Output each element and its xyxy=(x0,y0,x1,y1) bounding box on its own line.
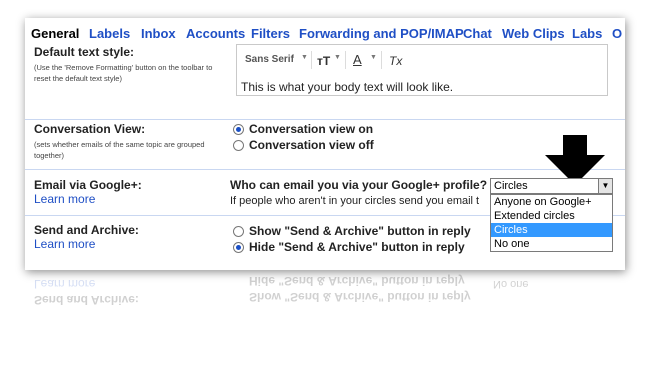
default-text-style-hint: (Use the 'Remove Formatting' button on t… xyxy=(34,63,213,83)
toolbar-divider xyxy=(345,51,346,69)
show-send-archive-label[interactable]: Show "Send & Archive" button in reply xyxy=(249,224,471,238)
editor-preview-text: This is what your body text will look li… xyxy=(241,80,454,94)
tab-accounts[interactable]: Accounts xyxy=(186,26,245,41)
toolbar-divider xyxy=(311,51,312,69)
conversation-view-hint: (sets whether emails of the same topic a… xyxy=(34,140,205,160)
tab-forwarding[interactable]: Forwarding and POP/IMAP xyxy=(299,26,464,41)
text-size-icon[interactable]: тT xyxy=(317,54,330,68)
tab-labels[interactable]: Labels xyxy=(89,26,130,41)
conversation-view-label: Conversation View: xyxy=(34,122,146,136)
send-archive-learn-more[interactable]: Learn more xyxy=(34,237,95,251)
gplus-email-select-value: Circles xyxy=(494,180,528,192)
panel-reflection: Send and Archive: Learn more Show "Send … xyxy=(25,272,625,312)
gplus-email-select[interactable]: Circles ▼ xyxy=(490,178,613,194)
tab-inbox[interactable]: Inbox xyxy=(141,26,176,41)
hide-send-archive-label[interactable]: Hide "Send & Archive" button in reply xyxy=(249,240,465,254)
gplus-email-dropdown: Anyone on Google+ Extended circles Circl… xyxy=(490,194,613,252)
hide-send-archive-radio[interactable] xyxy=(233,242,244,253)
reflection-no-one: No one xyxy=(493,278,529,290)
conversation-on-label[interactable]: Conversation view on xyxy=(249,122,373,136)
font-name-select[interactable]: Sans Serif xyxy=(245,54,294,65)
dropdown-option-extended[interactable]: Extended circles xyxy=(491,209,612,223)
font-name-chevron-icon: ▼ xyxy=(301,54,308,61)
tab-overflow[interactable]: O xyxy=(612,26,622,41)
tab-chat[interactable]: Chat xyxy=(463,26,492,41)
tab-filters[interactable]: Filters xyxy=(251,26,290,41)
settings-panel: General Labels Inbox Accounts Filters Fo… xyxy=(25,18,625,270)
reflection-hide-option: Hide "Send & Archive" button in reply xyxy=(249,274,465,288)
reflection-learn-more: Learn more xyxy=(34,277,96,291)
toolbar-divider xyxy=(381,51,382,69)
send-archive-label: Send and Archive: xyxy=(34,223,139,237)
gplus-description: If people who aren't in your circles sen… xyxy=(230,195,480,207)
conversation-off-radio[interactable] xyxy=(233,140,244,151)
text-color-icon[interactable]: A xyxy=(353,52,362,67)
conversation-off-label[interactable]: Conversation view off xyxy=(249,138,374,152)
default-text-style-label: Default text style: xyxy=(34,45,135,59)
conversation-view-section: Conversation View: (sets whether emails … xyxy=(25,120,625,170)
show-send-archive-radio[interactable] xyxy=(233,226,244,237)
text-color-chevron-icon: ▼ xyxy=(370,54,377,61)
text-size-chevron-icon: ▼ xyxy=(334,54,341,61)
tab-general[interactable]: General xyxy=(31,26,79,41)
conversation-on-radio[interactable] xyxy=(233,124,244,135)
editor-toolbar: Sans Serif ▼ тT ▼ A ▼ Tx xyxy=(237,45,607,75)
remove-formatting-icon[interactable]: Tx xyxy=(389,54,402,68)
tab-web-clips[interactable]: Web Clips xyxy=(502,26,565,41)
text-style-editor[interactable]: Sans Serif ▼ тT ▼ A ▼ Tx This is what yo… xyxy=(236,44,608,96)
tab-labs[interactable]: Labs xyxy=(572,26,602,41)
dropdown-option-no-one[interactable]: No one xyxy=(491,237,612,251)
gplus-question: Who can email you via your Google+ profi… xyxy=(230,178,488,192)
email-via-gplus-learn-more[interactable]: Learn more xyxy=(34,192,95,206)
select-chevron-down-icon[interactable]: ▼ xyxy=(598,179,612,193)
reflection-show-option: Show "Send & Archive" button in reply xyxy=(249,290,471,304)
dropdown-option-circles[interactable]: Circles xyxy=(491,223,612,237)
default-text-style-section: Default text style: (Use the 'Remove For… xyxy=(25,42,625,120)
dropdown-option-anyone[interactable]: Anyone on Google+ xyxy=(491,195,612,209)
reflection-send-archive-label: Send and Archive: xyxy=(34,293,139,307)
email-via-gplus-label: Email via Google+: xyxy=(34,178,142,192)
